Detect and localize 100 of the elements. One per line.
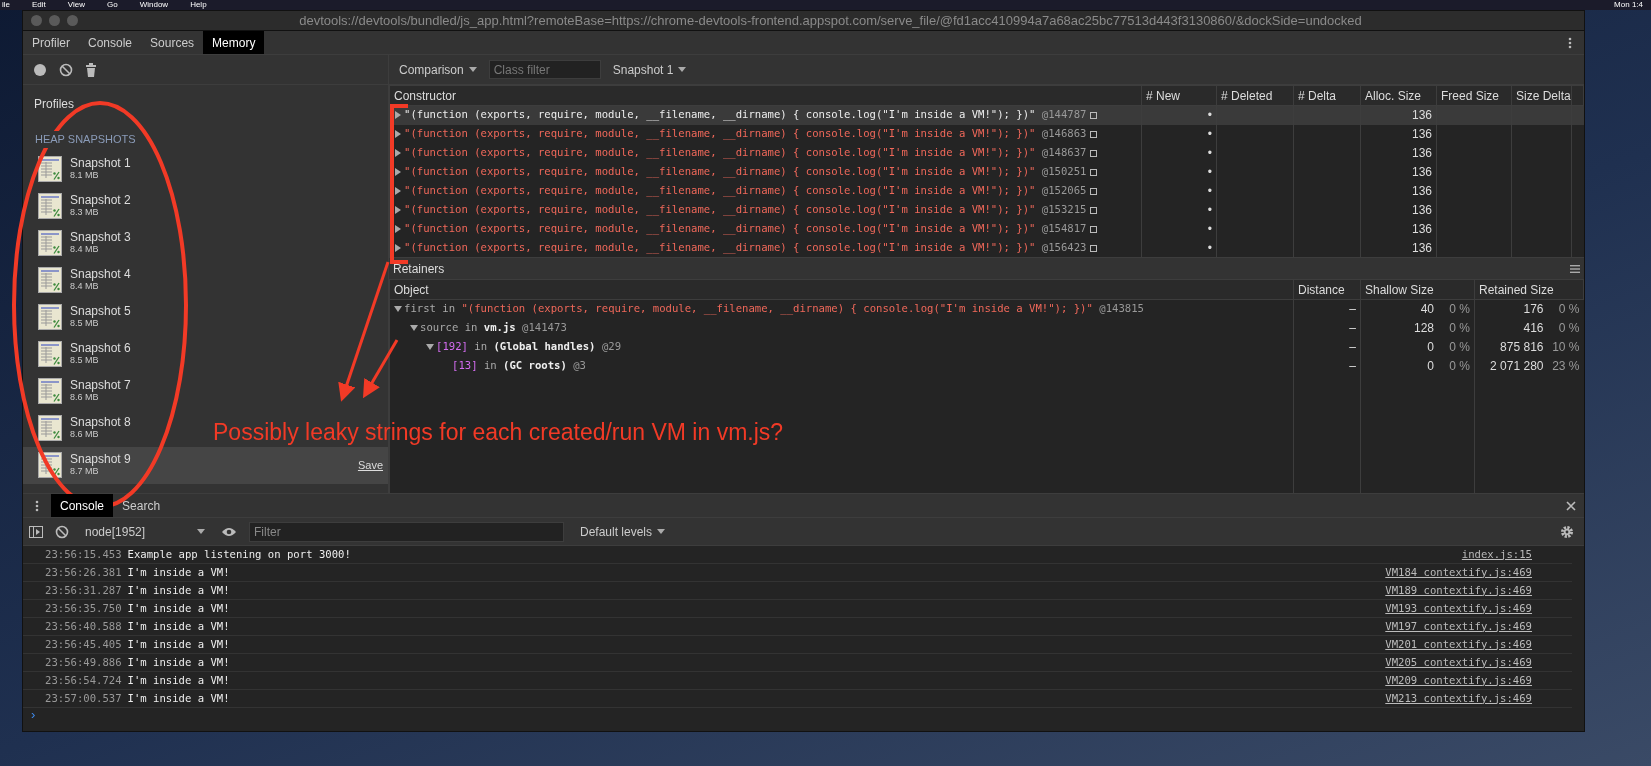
menu-item[interactable]: Window (139, 0, 169, 10)
context-dropdown[interactable]: node[1952] (81, 522, 209, 541)
source-link[interactable]: VM205 contextify.js:469 (1385, 654, 1532, 671)
log-message: Example app listening on port 3000! (127, 546, 351, 562)
table-row[interactable]: "(function (exports, require, module, __filename, __dirname) { console.log("I'm inside a VM!"); })" @154817 • 136 (389, 219, 1584, 239)
square-icon[interactable] (1090, 206, 1098, 214)
square-icon[interactable] (1090, 168, 1098, 176)
column-header[interactable]: Size Delta (1511, 85, 1572, 106)
string-value: "(function (exports, require, module, __filename, __dirname) { console.log("I'm inside a VM!"); })" (404, 127, 1036, 140)
view-dropdown[interactable]: Comparison (395, 60, 481, 79)
column-header[interactable]: Retained Size (1474, 279, 1584, 300)
column-header[interactable]: Freed Size (1436, 85, 1512, 106)
spreadsheet-icon (38, 230, 62, 256)
square-icon[interactable] (1090, 149, 1098, 157)
source-link[interactable]: VM189 contextify.js:469 (1385, 582, 1532, 599)
expanded-arrow-icon[interactable] (394, 305, 402, 314)
log-message: I'm inside a VM! (127, 600, 230, 616)
snapshot-item[interactable]: Snapshot 9 8.7 MB Save (23, 446, 388, 484)
drawer-tab[interactable]: Console (51, 494, 114, 517)
column-header[interactable]: # Deleted (1216, 85, 1294, 106)
square-icon[interactable] (1090, 187, 1098, 195)
sidebar-toggle-icon[interactable] (29, 525, 43, 538)
menu-item[interactable]: View (67, 0, 85, 10)
console-prompt[interactable]: › (23, 708, 1584, 722)
spreadsheet-icon (38, 193, 62, 219)
snapshot-item[interactable]: Snapshot 3 8.4 MB (23, 224, 136, 262)
column-header[interactable]: Shallow Size (1360, 279, 1475, 300)
table-cell: • (1207, 222, 1212, 236)
drawer-tab[interactable]: Search (113, 494, 170, 517)
snapshot-item[interactable]: Snapshot 2 8.3 MB (23, 187, 136, 225)
collapsed-arrow-icon[interactable] (394, 149, 402, 158)
source-link[interactable]: VM213 contextify.js:469 (1385, 690, 1532, 707)
table-row[interactable]: "(function (exports, require, module, __filename, __dirname) { console.log("I'm inside a VM!"); })" @148637 • 136 (389, 143, 1584, 163)
settings-icon[interactable] (1560, 524, 1574, 539)
source-link[interactable]: VM184 contextify.js:469 (1385, 564, 1532, 581)
snapshot-item[interactable]: Snapshot 7 8.6 MB (23, 372, 136, 410)
source-link[interactable]: VM193 contextify.js:469 (1385, 600, 1532, 617)
collapsed-arrow-icon[interactable] (394, 111, 402, 120)
panel-tab[interactable]: Console (79, 31, 142, 54)
filter-field[interactable]: Filter (249, 521, 564, 542)
string-value: "(function (exports, require, module, __filename, __dirname) { console.log("I'm inside a VM!"); })" (404, 222, 1036, 235)
square-icon[interactable] (1090, 225, 1098, 233)
class-filter-field[interactable]: Class filter (488, 60, 601, 79)
column-header[interactable]: # New (1141, 85, 1217, 106)
object-name: (Global handles) (493, 340, 596, 353)
source-link[interactable]: VM209 contextify.js:469 (1385, 672, 1532, 689)
column-header[interactable]: Alloc. Size (1360, 85, 1437, 106)
clear-icon[interactable] (55, 524, 69, 539)
save-link[interactable]: Save (357, 456, 383, 474)
snapshot-dropdown[interactable]: Snapshot 1 (608, 60, 691, 79)
clear-icon[interactable] (59, 62, 73, 77)
collapsed-arrow-icon[interactable] (394, 225, 402, 234)
panel-tab[interactable]: Memory (203, 31, 265, 54)
column-header[interactable]: Object (389, 279, 1294, 300)
snapshot-item[interactable]: Snapshot 4 8.4 MB (23, 261, 136, 299)
snapshot-item[interactable]: Snapshot 5 8.5 MB (23, 298, 136, 336)
square-icon[interactable] (1090, 244, 1098, 252)
source-link[interactable]: index.js:15 (1461, 546, 1532, 563)
panel-tab[interactable]: Sources (141, 31, 204, 54)
column-header[interactable]: Constructor (389, 85, 1142, 106)
column-header[interactable]: # Delta (1293, 85, 1361, 106)
table-row[interactable]: "(function (exports, require, module, __filename, __dirname) { console.log("I'm inside a VM!"); })" @152065 • 136 (389, 181, 1584, 201)
close-icon[interactable] (1566, 500, 1576, 511)
log-message: I'm inside a VM! (127, 636, 230, 652)
caret-icon (468, 66, 477, 73)
table-cell: 416 (1523, 321, 1544, 335)
snapshot-item[interactable]: Snapshot 6 8.5 MB (23, 335, 136, 373)
timestamp: 23:57:00.537 (45, 690, 122, 706)
expanded-arrow-icon[interactable] (410, 324, 418, 333)
collapsed-arrow-icon[interactable] (394, 187, 402, 196)
record-icon[interactable] (33, 62, 47, 77)
collapsed-arrow-icon[interactable] (394, 244, 402, 253)
table-row[interactable]: "(function (exports, require, module, __filename, __dirname) { console.log("I'm inside a VM!"); })" @150251 • 136 (389, 162, 1584, 182)
snapshot-item[interactable]: Snapshot 1 8.1 MB (23, 150, 136, 188)
field-name: source (420, 321, 459, 334)
annotation-text: Possibly leaky strings for each created/run VM in vm.js? (213, 418, 784, 447)
snapshot-item[interactable]: Snapshot 8 8.6 MB (23, 409, 136, 447)
levels-dropdown[interactable]: Default levels (576, 522, 670, 541)
column-header[interactable]: Distance (1293, 279, 1361, 300)
menu-icon[interactable] (1570, 264, 1580, 273)
snapshot-name: Snapshot 3 (70, 231, 131, 244)
table-row[interactable]: "(function (exports, require, module, __filename, __dirname) { console.log("I'm inside a VM!"); })" @153215 • 136 (389, 200, 1584, 220)
panel-heading: Profiles (33, 96, 75, 113)
collapsed-arrow-icon[interactable] (394, 130, 402, 139)
expanded-arrow-icon[interactable] (426, 343, 434, 352)
square-icon[interactable] (1090, 130, 1098, 138)
source-link[interactable]: VM201 contextify.js:469 (1385, 636, 1532, 653)
trash-icon[interactable] (85, 62, 97, 77)
menu-item[interactable]: Edit (32, 0, 46, 10)
snapshot-size: 8.5 MB (70, 355, 100, 366)
panel-tab[interactable]: Profiler (23, 31, 79, 54)
menu-item[interactable]: ile (2, 0, 10, 10)
square-icon[interactable] (1090, 111, 1098, 119)
table-row[interactable]: "(function (exports, require, module, __filename, __dirname) { console.log("I'm inside a VM!"); })" @146863 • 136 (389, 124, 1584, 144)
source-link[interactable]: VM197 contextify.js:469 (1385, 618, 1532, 635)
menu-item[interactable]: Go (107, 0, 118, 10)
eye-icon[interactable] (221, 526, 237, 537)
menu-item[interactable]: Help (190, 0, 207, 10)
collapsed-arrow-icon[interactable] (394, 168, 402, 177)
collapsed-arrow-icon[interactable] (394, 206, 402, 215)
